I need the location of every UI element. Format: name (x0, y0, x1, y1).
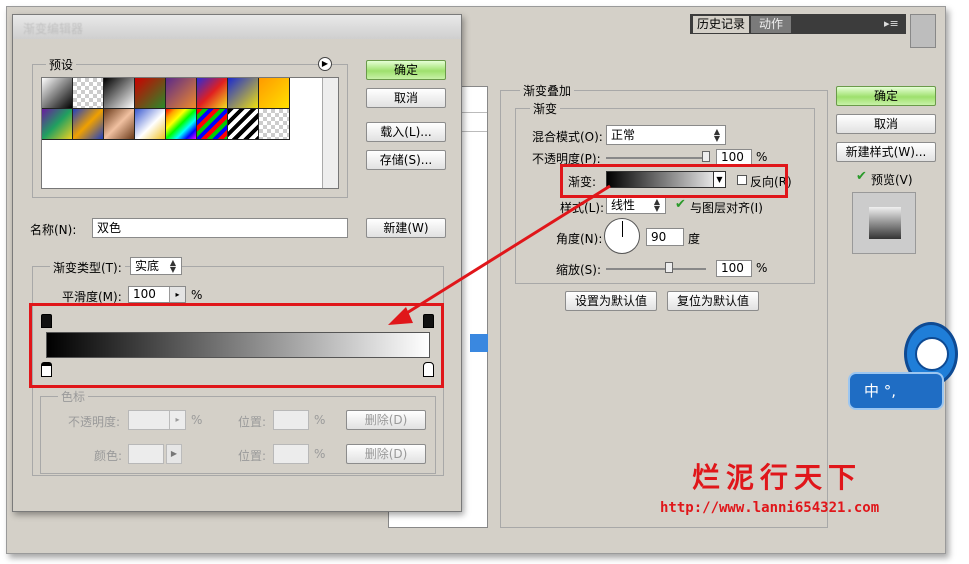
watermark-url: http://www.lanni654321.com (660, 500, 880, 516)
watermark-brand: 烂泥行天下 (692, 461, 863, 494)
